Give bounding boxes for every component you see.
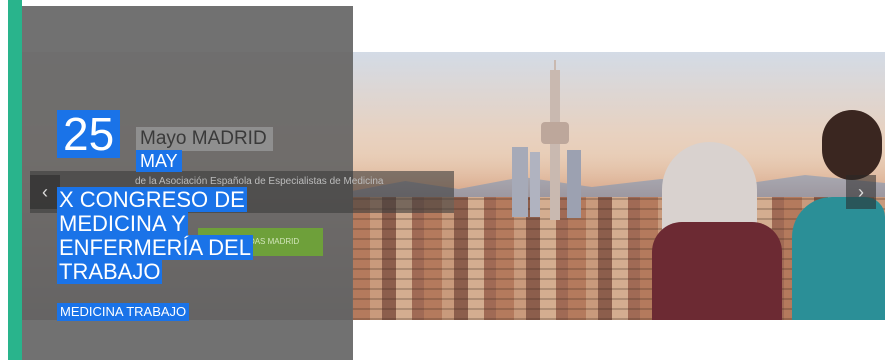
background-tower-mast [554, 60, 556, 80]
background-person-teal [792, 197, 885, 320]
background-tower-head [541, 122, 569, 144]
background-building [512, 147, 528, 217]
slide-headline[interactable]: X CONGRESO DE MEDICINA Y ENFERMERÍA DEL … [57, 187, 253, 284]
slider-prev-button[interactable]: ‹ [30, 175, 60, 209]
slider-next-button[interactable]: › [846, 175, 876, 209]
background-person-head [822, 110, 882, 180]
background-building [530, 152, 540, 217]
chevron-left-icon: ‹ [42, 182, 48, 202]
date-day: 25 [57, 110, 121, 158]
slide-category-tag[interactable]: MEDICINA TRABAJO [57, 303, 190, 321]
slide-headline-wrap: X CONGRESO DE MEDICINA Y ENFERMERÍA DEL … [57, 187, 277, 284]
background-building [567, 150, 581, 218]
background-person-body [652, 222, 782, 320]
chevron-right-icon: › [858, 182, 864, 202]
date-month: MAY [136, 150, 182, 172]
date-month-location: Mayo MADRID [136, 127, 273, 151]
background-tower [550, 70, 560, 220]
accent-bar [8, 0, 22, 360]
